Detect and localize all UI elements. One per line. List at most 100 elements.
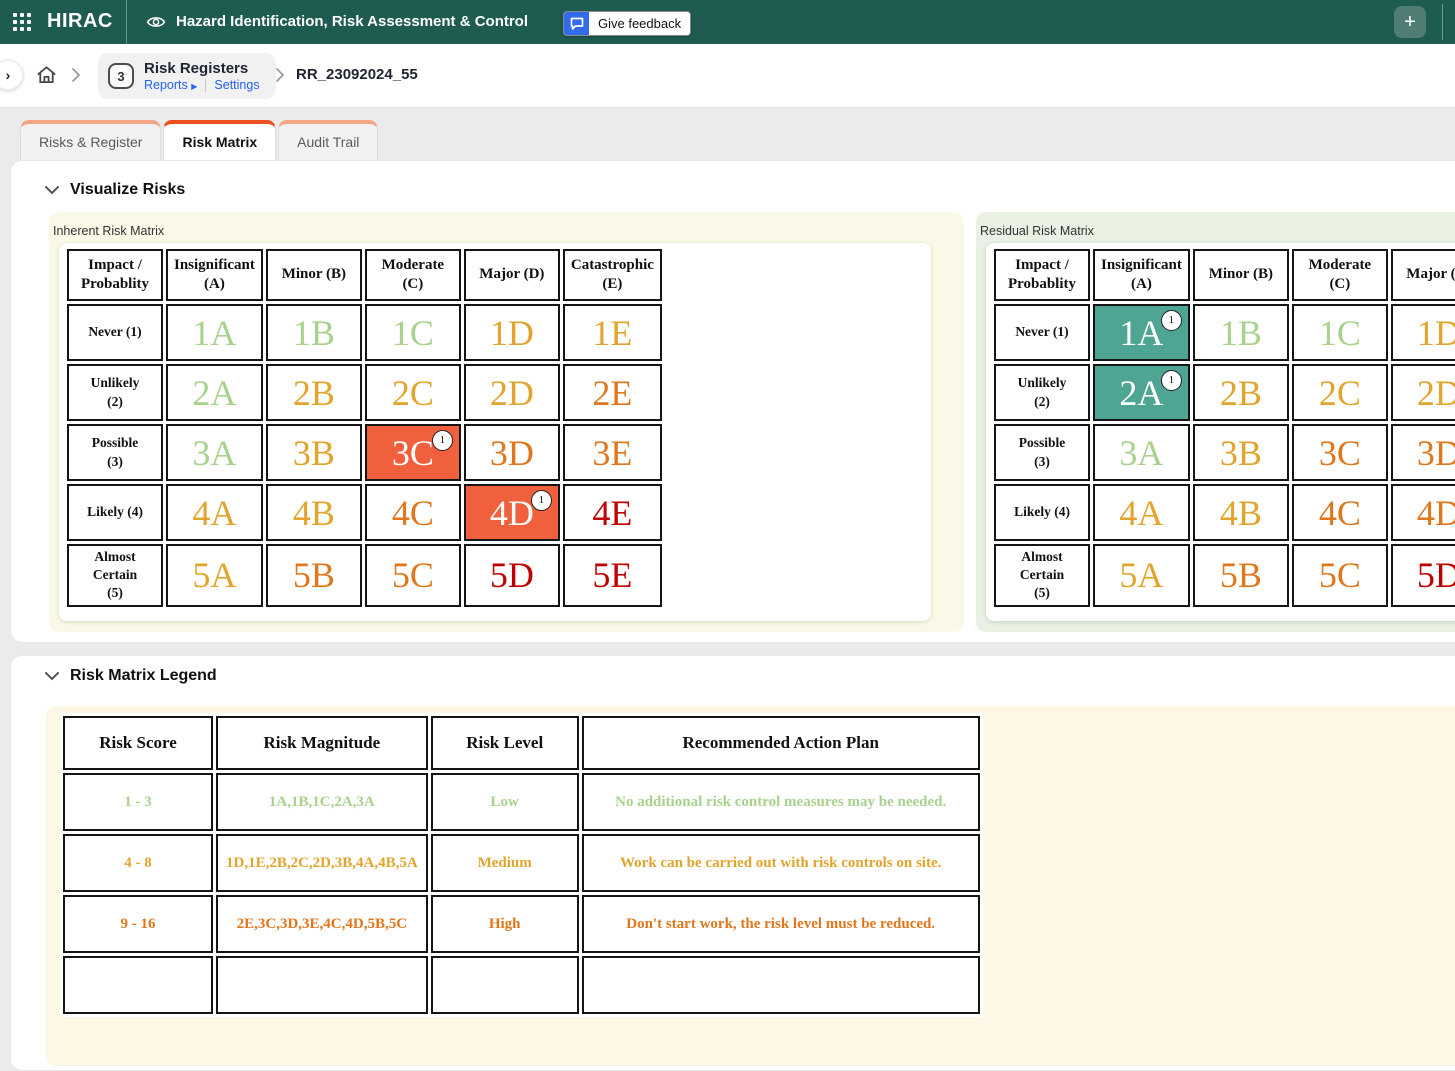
matrix-cell-1D[interactable]: 1D: [1391, 304, 1455, 361]
matrix-cell-3A[interactable]: 3A: [166, 424, 263, 481]
matrix-column-header: Minor (B): [1193, 249, 1289, 301]
tab-audit-trail[interactable]: Audit Trail: [278, 120, 378, 160]
matrix-column-header: Catastrophic (E): [563, 249, 662, 301]
matrix-cell-4A[interactable]: 4A: [166, 484, 263, 541]
risk-code: 1A: [192, 313, 236, 353]
risk-code: 1B: [293, 313, 335, 353]
matrix-cell-2E[interactable]: 2E: [563, 364, 662, 421]
settings-link[interactable]: Settings: [214, 78, 259, 92]
matrix-cell-1A[interactable]: 1A: [166, 304, 263, 361]
risk-code: 3D: [1417, 433, 1455, 473]
matrix-cell-5C[interactable]: 5C: [1292, 544, 1388, 607]
matrix-cell-1B[interactable]: 1B: [266, 304, 362, 361]
reports-link[interactable]: Reports ▶: [144, 78, 197, 92]
matrix-column-header: Major (D): [1391, 249, 1455, 301]
risk-count-badge[interactable]: 1: [1161, 370, 1182, 391]
risk-count-badge[interactable]: 1: [531, 490, 552, 511]
risk-code: 5B: [1220, 555, 1262, 595]
matrix-cell-5C[interactable]: 5C: [365, 544, 461, 607]
matrix-cell-4B[interactable]: 4B: [266, 484, 362, 541]
legend-level: High: [431, 895, 579, 953]
risk-count-badge[interactable]: 1: [1161, 310, 1182, 331]
legend-row: 9 - 162E,3C,3D,3E,4C,4D,5B,5CHighDon't s…: [63, 895, 980, 953]
risk-code: 2B: [1220, 373, 1262, 413]
matrix-cell-2D[interactable]: 2D: [464, 364, 560, 421]
top-header: HIRAC Hazard Identification, Risk Assess…: [0, 0, 1455, 44]
page-title: Hazard Identification, Risk Assessment &…: [176, 13, 528, 30]
matrix-row-header: Possible (3): [67, 424, 163, 481]
matrix-cell-3D[interactable]: 3D: [1391, 424, 1455, 481]
matrix-cell-2B[interactable]: 2B: [266, 364, 362, 421]
tab-risk-matrix[interactable]: Risk Matrix: [163, 120, 276, 160]
matrix-cell-4D[interactable]: 4D1: [464, 484, 560, 541]
matrix-cell-5B[interactable]: 5B: [1193, 544, 1289, 607]
home-icon[interactable]: [36, 64, 57, 90]
matrix-row-header: Unlikely (2): [67, 364, 163, 421]
matrix-cell-3C[interactable]: 3C: [1292, 424, 1388, 481]
matrix-cell-1B[interactable]: 1B: [1193, 304, 1289, 361]
matrix-cell-4C[interactable]: 4C: [1292, 484, 1388, 541]
matrix-cell-2C[interactable]: 2C: [1292, 364, 1388, 421]
matrix-cell-5A[interactable]: 5A: [1093, 544, 1190, 607]
matrix-cell-4A[interactable]: 4A: [1093, 484, 1190, 541]
legend-column-header: Recommended Action Plan: [582, 716, 980, 770]
matrix-cell-5A[interactable]: 5A: [166, 544, 263, 607]
legend-score: [63, 956, 213, 1014]
risk-code: 5D: [1417, 555, 1455, 595]
risk-code: 1E: [592, 313, 632, 353]
expand-sidebar-button[interactable]: ›: [0, 60, 23, 90]
matrix-cell-1C[interactable]: 1C: [1292, 304, 1388, 361]
breadcrumb-risk-registers[interactable]: 3 Risk Registers Reports ▶ Settings: [98, 53, 276, 99]
risk-code: 4D: [490, 493, 534, 533]
risk-code: 3C: [1319, 433, 1361, 473]
visualize-risks-header[interactable]: Visualize Risks: [45, 181, 185, 199]
inherent-matrix-label: Inherent Risk Matrix: [53, 224, 164, 238]
matrix-cell-1D[interactable]: 1D: [464, 304, 560, 361]
matrix-cell-2C[interactable]: 2C: [365, 364, 461, 421]
matrix-cell-2A[interactable]: 2A1: [1093, 364, 1190, 421]
app-logo[interactable]: HIRAC: [47, 10, 113, 33]
risk-code: 4C: [392, 493, 434, 533]
matrix-cell-5B[interactable]: 5B: [266, 544, 362, 607]
matrix-cell-4B[interactable]: 4B: [1193, 484, 1289, 541]
matrix-cell-3E[interactable]: 3E: [563, 424, 662, 481]
matrix-cell-4E[interactable]: 4E: [563, 484, 662, 541]
matrix-cell-3C[interactable]: 3C1: [365, 424, 461, 481]
app-grid-icon[interactable]: [13, 13, 31, 31]
legend-magnitude: 2E,3C,3D,3E,4C,4D,5B,5C: [216, 895, 428, 953]
risk-code: 3A: [1119, 433, 1163, 473]
legend-panel: Risk ScoreRisk MagnitudeRisk LevelRecomm…: [46, 706, 1455, 1066]
breadcrumb: › 3 Risk Registers Reports ▶ Settings RR…: [0, 44, 1455, 108]
matrix-cell-5D[interactable]: 5D: [1391, 544, 1455, 607]
matrix-cell-1C[interactable]: 1C: [365, 304, 461, 361]
tab-risks-and-register[interactable]: Risks & Register: [20, 120, 161, 160]
matrix-cell-3D[interactable]: 3D: [464, 424, 560, 481]
caret-right-icon: ▶: [191, 82, 197, 91]
risk-count-badge[interactable]: 1: [432, 430, 453, 451]
legend-header[interactable]: Risk Matrix Legend: [45, 667, 217, 685]
matrix-cell-3B[interactable]: 3B: [266, 424, 362, 481]
matrix-cell-2B[interactable]: 2B: [1193, 364, 1289, 421]
matrix-cell-4D[interactable]: 4D: [1391, 484, 1455, 541]
visualize-risks-card: Visualize Risks Inherent Risk Matrix Imp…: [10, 160, 1455, 643]
legend-level: [431, 956, 579, 1014]
matrix-cell-5E[interactable]: 5E: [563, 544, 662, 607]
risk-code: 5C: [392, 555, 434, 595]
risk-code: 2A: [192, 373, 236, 413]
risk-code: 1D: [1417, 313, 1455, 353]
risk-code: 3C: [392, 433, 434, 473]
chevron-right-icon: [276, 68, 284, 87]
risk-code: 2C: [1319, 373, 1361, 413]
matrix-cell-5D[interactable]: 5D: [464, 544, 560, 607]
matrix-cell-3A[interactable]: 3A: [1093, 424, 1190, 481]
matrix-cell-1E[interactable]: 1E: [563, 304, 662, 361]
matrix-cell-2D[interactable]: 2D: [1391, 364, 1455, 421]
give-feedback-button[interactable]: Give feedback: [563, 11, 691, 36]
legend-level: Low: [431, 773, 579, 831]
matrix-cell-1A[interactable]: 1A1: [1093, 304, 1190, 361]
matrix-cell-2A[interactable]: 2A: [166, 364, 263, 421]
add-button[interactable]: +: [1394, 6, 1426, 38]
matrix-cell-4C[interactable]: 4C: [365, 484, 461, 541]
matrix-cell-3B[interactable]: 3B: [1193, 424, 1289, 481]
legend-row: 1 - 31A,1B,1C,2A,3ALowNo additional risk…: [63, 773, 980, 831]
